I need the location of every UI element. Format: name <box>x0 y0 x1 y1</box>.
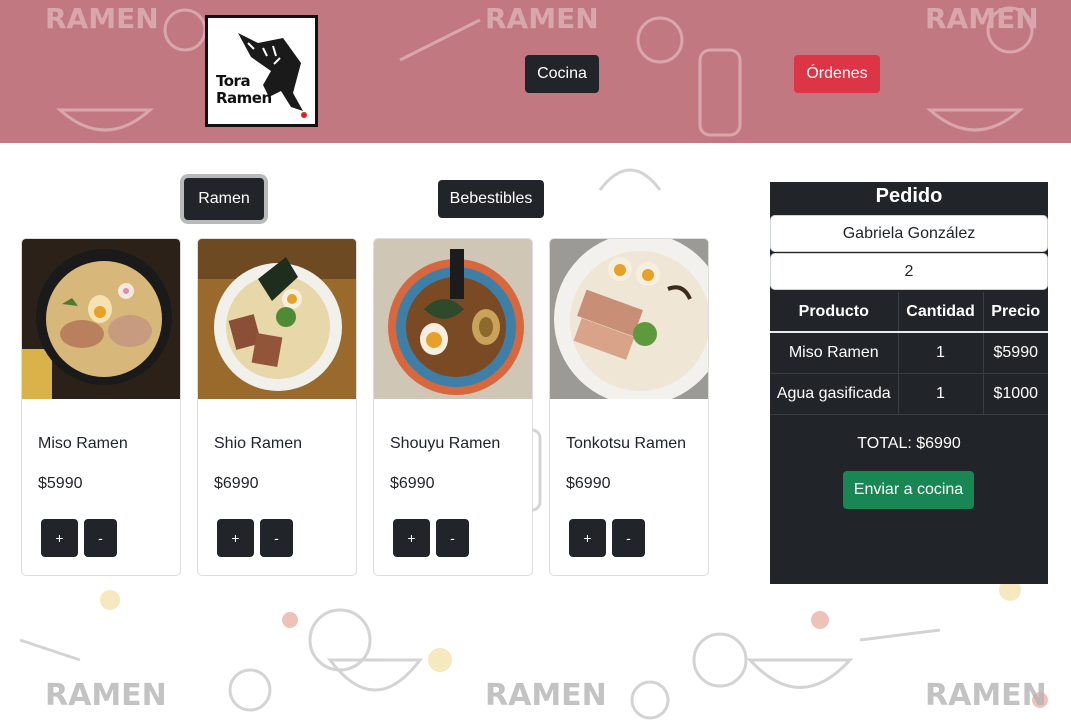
svg-text:RAMEN: RAMEN <box>45 678 167 713</box>
product-card-shio: Shio Ramen $6990 + - <box>197 238 357 576</box>
svg-text:RAMEN: RAMEN <box>485 678 607 713</box>
tonkotsu-ramen-image <box>550 239 708 399</box>
order-panel: Pedido Producto Cantidad Precio Miso Ram… <box>770 182 1048 584</box>
ordenes-nav-button[interactable]: Órdenes <box>794 55 880 93</box>
cell-price: $5990 <box>983 332 1048 374</box>
add-button[interactable]: + <box>217 519 254 557</box>
column-header-precio: Precio <box>983 292 1048 333</box>
product-price: $5990 <box>38 475 83 492</box>
product-name: Shio Ramen <box>214 435 303 452</box>
svg-text:RAMEN: RAMEN <box>45 2 159 35</box>
logo-line-tora: Tora <box>216 72 251 90</box>
remove-button[interactable]: - <box>612 519 645 557</box>
table-row: Agua gasificada 1 $1000 <box>770 373 1048 415</box>
tiger-icon <box>238 33 307 118</box>
svg-text:RAMEN: RAMEN <box>925 678 1047 713</box>
product-price: $6990 <box>214 475 259 492</box>
shio-ramen-image <box>198 239 356 399</box>
logo-line-ramen: Ramen <box>216 89 272 107</box>
product-price: $6990 <box>390 475 435 492</box>
order-table: Producto Cantidad Precio Miso Ramen 1 $5… <box>770 292 1048 415</box>
add-button[interactable]: + <box>41 519 78 557</box>
cell-qty: 1 <box>898 332 984 374</box>
cell-product: Miso Ramen <box>770 332 899 374</box>
add-button[interactable]: + <box>393 519 430 557</box>
add-button[interactable]: + <box>569 519 606 557</box>
cell-qty: 1 <box>898 373 984 415</box>
order-total: TOTAL: $6990 <box>857 434 961 452</box>
table-number-input[interactable] <box>770 253 1048 290</box>
miso-ramen-image <box>22 239 180 399</box>
cell-price: $1000 <box>983 373 1048 415</box>
order-title: Pedido <box>875 185 943 207</box>
product-name: Tonkotsu Ramen <box>566 435 687 452</box>
cocina-nav-button[interactable]: Cocina <box>525 55 599 93</box>
remove-button[interactable]: - <box>436 519 469 557</box>
product-name: Miso Ramen <box>38 435 128 452</box>
product-card-shouyu: Shouyu Ramen $6990 + - <box>373 238 533 576</box>
cell-product: Agua gasificada <box>770 373 899 415</box>
category-ramen-button[interactable]: Ramen <box>184 178 264 220</box>
product-card-miso: Miso Ramen $5990 + - <box>21 238 181 576</box>
column-header-cantidad: Cantidad <box>898 292 984 333</box>
shouyu-ramen-image <box>374 239 532 399</box>
logo-text: Tora Ramen <box>216 73 272 107</box>
category-bebestibles-button[interactable]: Bebestibles <box>438 180 544 218</box>
svg-text:RAMEN: RAMEN <box>925 2 1039 35</box>
product-price: $6990 <box>566 475 611 492</box>
client-name-input[interactable] <box>770 215 1048 252</box>
tora-ramen-logo[interactable]: Tora Ramen <box>205 15 318 127</box>
svg-text:RAMEN: RAMEN <box>485 2 599 35</box>
table-row: Miso Ramen 1 $5990 <box>770 332 1048 374</box>
remove-button[interactable]: - <box>260 519 293 557</box>
product-name: Shouyu Ramen <box>390 435 501 452</box>
remove-button[interactable]: - <box>84 519 117 557</box>
product-card-tonkotsu: Tonkotsu Ramen $6990 + - <box>549 238 709 576</box>
column-header-producto: Producto <box>770 292 899 333</box>
top-header: RAMEN RAMEN RAMEN Tora Ramen Cocina Órdene… <box>0 0 1071 143</box>
send-to-kitchen-button[interactable]: Enviar a cocina <box>843 471 974 509</box>
